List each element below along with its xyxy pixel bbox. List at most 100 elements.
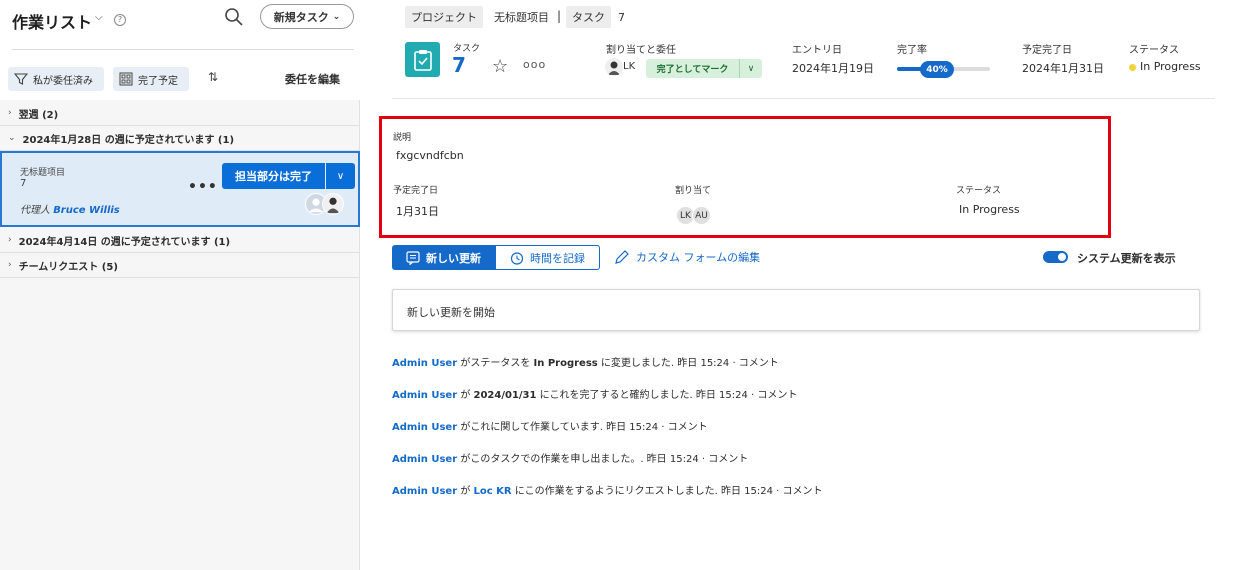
link-label: カスタム フォームの編集	[636, 251, 761, 264]
avatar	[322, 193, 344, 215]
group-week-apr-14[interactable]: › 2024年4月14日 の週に予定されています (1)	[0, 228, 360, 253]
feed-item: Admin User が 2024/01/31 にこれを完了すると確約しました.…	[392, 386, 797, 401]
status-value[interactable]: In Progress	[959, 203, 1020, 216]
assignment-label: 割り当て	[675, 186, 712, 196]
mark-done-dropdown[interactable]: ∨	[739, 59, 762, 78]
work-list-panel: 作業リスト ⌵ ? 新規タスク ⌄ 私が委任済み 完了予定 ⇅ 委任を編集 › …	[0, 0, 360, 570]
entry-date-label: エントリ日	[792, 45, 842, 56]
more-options-icon[interactable]: •••	[188, 179, 218, 195]
pencil-icon	[615, 250, 629, 264]
chevron-right-icon: ›	[8, 108, 12, 118]
status-value[interactable]: In Progress	[1140, 60, 1201, 73]
card-avatars	[305, 193, 345, 215]
percent-complete-label: 完了率	[897, 45, 927, 56]
page-title: 作業リスト	[12, 13, 93, 32]
star-icon[interactable]: ☆	[492, 56, 508, 77]
feed-text: が	[457, 486, 474, 497]
filter-assigned-by-me[interactable]: 私が委任済み	[8, 67, 104, 91]
chevron-down-icon: ∨	[747, 63, 755, 74]
comment-icon	[406, 250, 420, 265]
feed-text: にこれを完了すると確約しました.	[536, 390, 693, 401]
breadcrumb-project-tag: プロジェクト	[405, 6, 483, 28]
chevron-right-icon: ›	[8, 235, 12, 245]
chevron-down-icon[interactable]: ⌵	[95, 12, 103, 23]
tab-new-update[interactable]: 新しい更新	[392, 245, 495, 270]
more-options-icon[interactable]: ooo	[523, 58, 546, 71]
feed-text: に変更しました.	[597, 358, 675, 369]
done-options-dropdown[interactable]: ∨	[326, 163, 355, 189]
feed-meta[interactable]: 昨日 15:24 · コメント	[718, 486, 823, 497]
clock-icon	[510, 251, 524, 265]
system-updates-label: システム更新を表示	[1077, 252, 1176, 265]
tab-label: 時間を記録	[530, 251, 585, 265]
system-updates-toggle[interactable]	[1043, 251, 1068, 263]
group-label: 2024年4月14日 の週に予定されています (1)	[18, 236, 231, 248]
feed-text: がステータスを	[457, 358, 534, 369]
breadcrumb-task-number: 7	[618, 10, 625, 24]
proxy-name[interactable]: Bruce Willis	[53, 205, 120, 216]
clipboard-icon	[405, 42, 440, 77]
feed-meta[interactable]: 昨日 15:24 · コメント	[644, 454, 749, 465]
feed-user-link[interactable]: Admin User	[392, 422, 457, 433]
feed-user-link[interactable]: Admin User	[392, 358, 457, 369]
new-task-label: 新規タスク	[273, 10, 329, 24]
new-task-button[interactable]: 新規タスク ⌄	[260, 4, 354, 29]
feed-text: がこのタスクでの作業を申し出ました。.	[457, 454, 644, 465]
chevron-down-icon: ⌄	[332, 11, 341, 22]
divider	[12, 49, 354, 50]
feed-item: Admin User が Loc KR にこの作業をするようにリクエストしました…	[392, 482, 823, 497]
help-icon[interactable]: ?	[114, 14, 126, 26]
edit-delegation-button[interactable]: 委任を編集	[285, 71, 340, 87]
card-proxy: 代理人 Bruce Willis	[20, 201, 120, 216]
feed-item: Admin User がこれに関して作業しています. 昨日 15:24 · コメ…	[392, 418, 708, 433]
feed-user-link[interactable]: Admin User	[392, 486, 457, 497]
avatar: AU	[692, 206, 711, 225]
feed-item: Admin User がこのタスクでの作業を申し出ました。. 昨日 15:24 …	[392, 450, 748, 465]
feed-meta[interactable]: 昨日 15:24 · コメント	[674, 358, 779, 369]
group-week-jan-28[interactable]: ⌄ 2024年1月28日 の週に予定されています (1)	[0, 126, 360, 151]
details-panel: 説明 fxgcvndfcbn 予定完了日 1月31日 割り当て LK AU ステ…	[379, 116, 1111, 238]
feed-text: が	[457, 390, 474, 401]
description-value[interactable]: fxgcvndfcbn	[396, 149, 464, 162]
new-update-input[interactable]: 新しい更新を開始	[392, 289, 1200, 331]
feed-value: In Progress	[533, 358, 598, 369]
group-label: 翌週 (2)	[18, 109, 59, 121]
filter-due-complete[interactable]: 完了予定	[113, 67, 189, 91]
breadcrumb-task-tag: タスク	[566, 6, 611, 28]
mark-as-done-button[interactable]: 完了としてマーク	[646, 59, 739, 78]
feed-user-link[interactable]: Loc KR	[474, 486, 512, 497]
filter-icon	[14, 73, 28, 85]
status-label: ステータス	[1129, 45, 1179, 56]
done-with-my-part-button[interactable]: 担当部分は完了	[222, 163, 325, 189]
feed-value: 2024/01/31	[473, 390, 537, 401]
sort-icon[interactable]: ⇅	[208, 70, 218, 84]
feed-text: がこれに関して作業しています.	[457, 422, 603, 433]
breadcrumb-project-link[interactable]: 无标题项目	[488, 6, 555, 28]
group-team-requests[interactable]: › チームリクエスト (5)	[0, 253, 360, 278]
card-task-number: 7	[20, 178, 27, 189]
progress-value[interactable]: 40%	[920, 61, 954, 78]
divider	[392, 98, 1215, 99]
feed-meta[interactable]: 昨日 15:24 · コメント	[693, 390, 798, 401]
filter-label: 完了予定	[138, 75, 178, 87]
description-label: 説明	[393, 133, 412, 143]
search-icon[interactable]	[224, 7, 244, 27]
tab-label: 新しい更新	[426, 251, 481, 265]
group-label: チームリクエスト (5)	[18, 261, 118, 273]
due-date-value: 2024年1月31日	[1022, 62, 1104, 75]
group-next-week[interactable]: › 翌週 (2)	[0, 101, 360, 126]
assignee-initials: LK	[623, 61, 636, 72]
feed-meta[interactable]: 昨日 15:24 · コメント	[603, 422, 708, 433]
chevron-down-icon: ⌄	[8, 133, 16, 143]
chevron-down-icon: ∨	[336, 170, 345, 182]
grid-icon	[119, 72, 133, 86]
group-label: 2024年1月28日 の週に予定されています (1)	[22, 134, 235, 146]
feed-user-link[interactable]: Admin User	[392, 390, 457, 401]
feed-user-link[interactable]: Admin User	[392, 454, 457, 465]
update-placeholder: 新しい更新を開始	[407, 306, 495, 319]
edit-custom-form-link[interactable]: カスタム フォームの編集	[614, 249, 760, 265]
work-item-card[interactable]: 无标题项目 7 ••• 担当部分は完了 ∨ 代理人 Bruce Willis	[0, 151, 360, 227]
due-date-label: 予定完了日	[393, 186, 439, 196]
tab-log-time[interactable]: 時間を記録	[495, 245, 600, 270]
due-date-value[interactable]: 1月31日	[396, 203, 439, 219]
